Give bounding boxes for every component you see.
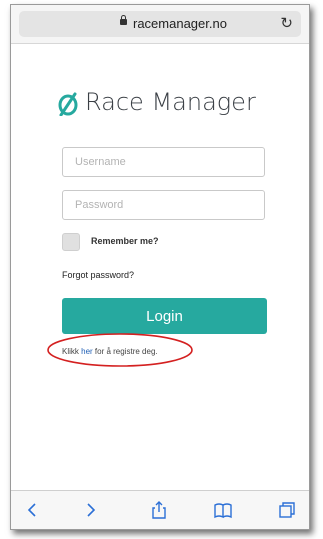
forgot-password-link[interactable]: Forgot password? (62, 270, 134, 280)
forward-icon[interactable] (80, 500, 100, 520)
username-input[interactable] (62, 147, 265, 177)
login-button[interactable]: Login (62, 298, 267, 334)
browser-header: racemanager.no ↻ (11, 5, 309, 44)
reload-icon[interactable]: ↻ (280, 14, 293, 32)
address-bar[interactable]: racemanager.no ↻ (19, 11, 301, 37)
page-content: Race Manager Remember me? Forgot passwor… (11, 44, 309, 491)
share-icon[interactable] (149, 500, 169, 520)
password-input[interactable] (62, 190, 265, 220)
url-text[interactable]: racemanager.no (133, 16, 227, 31)
tabs-icon[interactable] (277, 500, 297, 520)
lock-icon (120, 15, 127, 25)
bookmarks-icon[interactable] (213, 500, 233, 520)
logo-text: Race Manager (85, 88, 256, 116)
annotation-ellipse (47, 333, 193, 367)
phone-screen: racemanager.no ↻ Race Manager Remember m… (10, 4, 310, 530)
logo-icon (58, 92, 78, 116)
back-icon[interactable] (23, 500, 43, 520)
browser-toolbar (11, 490, 309, 529)
remember-checkbox[interactable] (62, 233, 80, 251)
remember-label: Remember me? (91, 236, 159, 246)
